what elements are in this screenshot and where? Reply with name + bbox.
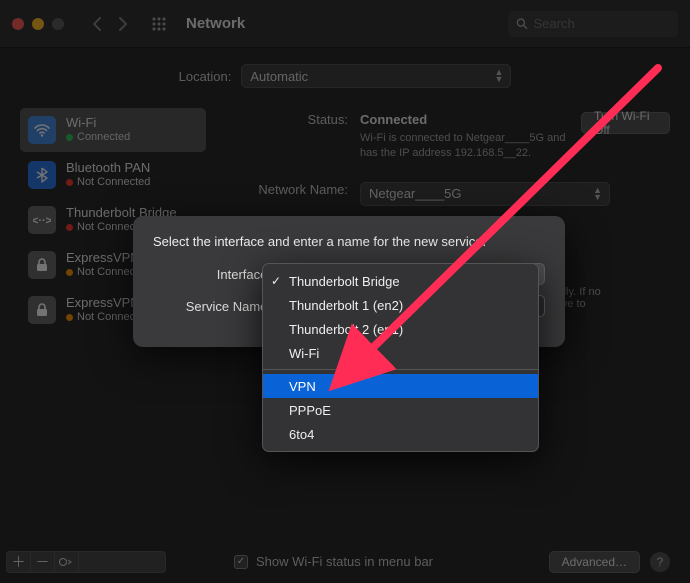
dropdown-item-thunderbolt-1-en2-[interactable]: Thunderbolt 1 (en2) (263, 293, 538, 317)
wifi-icon (28, 116, 56, 144)
minimize-dot[interactable] (32, 18, 44, 30)
help-button[interactable]: ? (650, 552, 670, 572)
lock-icon (28, 251, 56, 279)
search-icon (516, 17, 528, 30)
service-status: Connected (66, 131, 130, 144)
location-value: Automatic (250, 69, 308, 84)
window-title: Network (186, 15, 245, 32)
toolbar: Network (0, 0, 690, 48)
chevron-updown-icon: ▲▼ (494, 69, 502, 83)
location-label: Location: (179, 69, 232, 84)
sheet-title: Select the interface and enter a name fo… (153, 234, 545, 249)
wifi-toggle-button[interactable]: Turn Wi-Fi Off (581, 112, 670, 134)
lock-icon (28, 296, 56, 324)
back-button[interactable] (86, 13, 108, 35)
chevron-updown-icon: ▲▼ (593, 187, 601, 201)
svg-text:<··>: <··> (33, 215, 51, 227)
close-dot[interactable] (12, 18, 24, 30)
interface-dropdown[interactable]: Thunderbolt BridgeThunderbolt 1 (en2)Thu… (262, 263, 539, 452)
tb-icon: <··> (28, 206, 56, 234)
status-description: Wi-Fi is connected to Netgear____5G and … (360, 131, 571, 162)
dropdown-separator (263, 369, 538, 370)
dropdown-item-vpn[interactable]: VPN (263, 374, 538, 398)
service-name: Bluetooth PAN (66, 161, 150, 176)
dropdown-item-6to4[interactable]: 6to4 (263, 422, 538, 446)
dropdown-item-wi-fi[interactable]: Wi-Fi (263, 341, 538, 365)
network-name-select[interactable]: Netgear____5G ▲▼ (360, 182, 610, 206)
bt-icon (28, 161, 56, 189)
window-controls (12, 18, 64, 30)
advanced-button[interactable]: Advanced… (549, 551, 640, 573)
service-name: Wi-Fi (66, 116, 130, 131)
footer: Advanced… ? (549, 551, 670, 573)
location-row: Location: Automatic ▲▼ (20, 48, 670, 108)
show-menu-bar-label: Show Wi-Fi status in menu bar (256, 554, 433, 569)
show-all-button[interactable] (148, 13, 170, 35)
dropdown-item-thunderbolt-2-en1-[interactable]: Thunderbolt 2 (en1) (263, 317, 538, 341)
forward-button[interactable] (112, 13, 134, 35)
remove-service-button[interactable]: － (31, 552, 55, 572)
location-select[interactable]: Automatic ▲▼ (241, 64, 511, 88)
show-menu-bar-checkbox[interactable]: ✓ (234, 555, 248, 569)
interface-label: Interface: (153, 267, 271, 282)
search-input[interactable] (534, 16, 670, 31)
dropdown-item-thunderbolt-bridge[interactable]: Thunderbolt Bridge (263, 269, 538, 293)
sidebar-item-bluetooth-pan[interactable]: Bluetooth PANNot Connected (20, 153, 206, 197)
service-name-label: Service Name: (153, 299, 271, 314)
nav-group (86, 13, 134, 35)
search-field[interactable] (508, 11, 678, 37)
sidebar-actions: ＋ － (6, 551, 166, 573)
service-status: Not Connected (66, 176, 150, 189)
network-name-value: Netgear____5G (369, 186, 462, 201)
status-value: Connected (360, 112, 571, 127)
dropdown-item-pppoe[interactable]: PPPoE (263, 398, 538, 422)
zoom-dot[interactable] (52, 18, 64, 30)
show-menu-bar-row: ✓ Show Wi-Fi status in menu bar (234, 554, 433, 569)
service-options-button[interactable] (55, 552, 79, 572)
status-label: Status: (228, 112, 348, 162)
add-service-button[interactable]: ＋ (7, 552, 31, 572)
sidebar-item-wi-fi[interactable]: Wi-FiConnected (20, 108, 206, 152)
